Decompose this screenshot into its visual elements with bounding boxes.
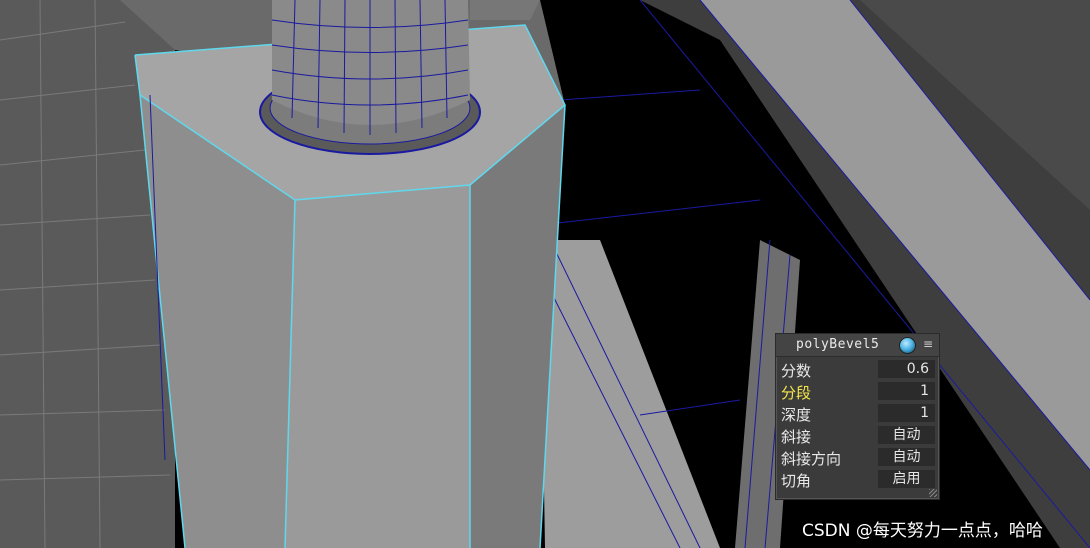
- node-sphere-icon[interactable]: [899, 337, 916, 354]
- hud-label: 分段: [781, 384, 812, 402]
- depth-field[interactable]: 1: [878, 404, 935, 422]
- attribute-hud-panel[interactable]: polyBevel5 ≡ 分数 0.6 分段 1 深度 1 斜接 自动 斜接方向…: [775, 333, 940, 500]
- hud-row-miter-along: 斜接方向 自动: [776, 446, 939, 468]
- hud-label: 斜接方向: [781, 450, 842, 468]
- hud-label: 切角: [781, 472, 812, 490]
- miter-along-dropdown[interactable]: 自动: [878, 448, 935, 466]
- hud-row-depth: 深度 1: [776, 402, 939, 424]
- hud-titlebar[interactable]: polyBevel5 ≡: [776, 334, 939, 357]
- hud-title: polyBevel5: [796, 337, 880, 352]
- resize-grip-icon[interactable]: [929, 489, 937, 497]
- hud-row-chamfer: 切角 启用: [776, 468, 939, 490]
- hud-label: 斜接: [781, 428, 812, 446]
- menu-lines-icon[interactable]: ≡: [922, 337, 934, 351]
- watermark-text: CSDN @每天努力一点点，哈哈: [802, 521, 1043, 541]
- hud-label: 深度: [781, 406, 812, 424]
- hud-label: 分数: [781, 362, 812, 380]
- hud-row-fraction: 分数 0.6: [776, 358, 939, 380]
- pipe-mesh: [259, 0, 481, 155]
- hud-row-miter: 斜接 自动: [776, 424, 939, 446]
- miter-dropdown[interactable]: 自动: [878, 426, 935, 444]
- segments-field[interactable]: 1: [878, 382, 935, 400]
- fraction-field[interactable]: 0.6: [878, 360, 935, 378]
- hud-row-segments: 分段 1: [776, 380, 939, 402]
- chamfer-toggle[interactable]: 启用: [878, 470, 935, 488]
